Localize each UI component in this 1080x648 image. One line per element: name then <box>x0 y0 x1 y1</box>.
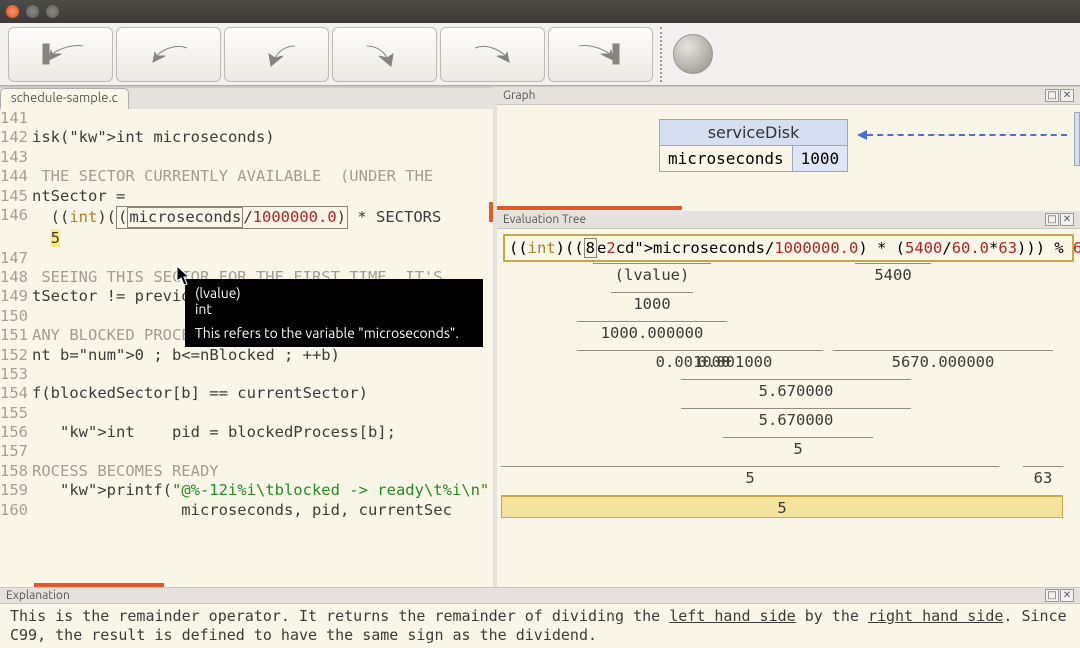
panel-restore-icon[interactable]: □ <box>1045 89 1059 102</box>
panel-close-icon[interactable]: ✕ <box>1060 589 1074 602</box>
editor-tab[interactable]: schedule-sample.c <box>0 88 129 109</box>
step-over-button[interactable] <box>440 27 545 82</box>
graph-var-name: microseconds <box>660 146 792 171</box>
editor-tab-bar: schedule-sample.c <box>0 87 493 109</box>
toolbar <box>0 23 1080 86</box>
panel-close-icon[interactable]: ✕ <box>1060 213 1074 226</box>
graph-var-value: 1000 <box>792 146 848 171</box>
explanation-panel-title: Explanation □✕ <box>0 588 1080 604</box>
graph-scroll-indicator[interactable] <box>497 206 682 210</box>
panel-restore-icon[interactable]: □ <box>1045 589 1059 602</box>
step-back-over-button[interactable] <box>116 27 221 82</box>
source-editor[interactable]: 141142isk("kw">int microseconds)143144 T… <box>0 109 493 587</box>
eval-node[interactable]: 63 <box>1023 466 1063 487</box>
graph-panel-title: Graph □✕ <box>497 87 1080 105</box>
horiz-scroll-indicator[interactable] <box>34 583 164 587</box>
evaluation-tree-panel[interactable]: ((int)((8e2cd">microseconds/1000000.0) *… <box>497 229 1080 587</box>
eval-node[interactable]: 5 <box>501 466 999 487</box>
vert-scroll-indicator[interactable] <box>489 202 493 222</box>
graph-func-name: serviceDisk <box>660 120 847 145</box>
eval-node[interactable]: 5 <box>501 495 1063 518</box>
eval-node[interactable]: 0.001000 <box>647 350 823 371</box>
eval-node[interactable]: 1000 <box>611 292 693 313</box>
run-to-end-button[interactable] <box>548 27 653 82</box>
eval-node[interactable]: (lvalue) <box>593 263 711 284</box>
record-button[interactable] <box>660 27 715 82</box>
eval-node[interactable]: 5400 <box>855 263 931 284</box>
rewind-to-start-button[interactable] <box>8 27 113 82</box>
panel-restore-icon[interactable]: □ <box>1045 213 1059 226</box>
window-maximize-icon[interactable] <box>46 5 59 18</box>
eval-node[interactable]: 1000.000000 <box>577 321 727 342</box>
window-close-icon[interactable] <box>6 5 19 18</box>
panel-close-icon[interactable]: ✕ <box>1060 89 1074 102</box>
step-into-button[interactable] <box>332 27 437 82</box>
eval-node[interactable]: 5.670000 <box>681 379 911 400</box>
eval-node[interactable]: 5670.000000 <box>833 350 1053 371</box>
explanation-text: This is the remainder operator. It retur… <box>0 604 1080 648</box>
eval-node[interactable]: 5 <box>723 437 873 458</box>
evaltree-panel-title: Evaluation Tree □✕ <box>497 211 1080 229</box>
window-minimize-icon[interactable] <box>26 5 39 18</box>
eval-node[interactable]: 5.670000 <box>681 408 911 429</box>
step-back-into-button[interactable] <box>224 27 329 82</box>
graph-panel[interactable]: serviceDisk microseconds 1000 <box>497 105 1080 210</box>
titlebar <box>0 0 1080 23</box>
eval-expression: ((int)((8e2cd">microseconds/1000000.0) *… <box>503 234 1074 262</box>
